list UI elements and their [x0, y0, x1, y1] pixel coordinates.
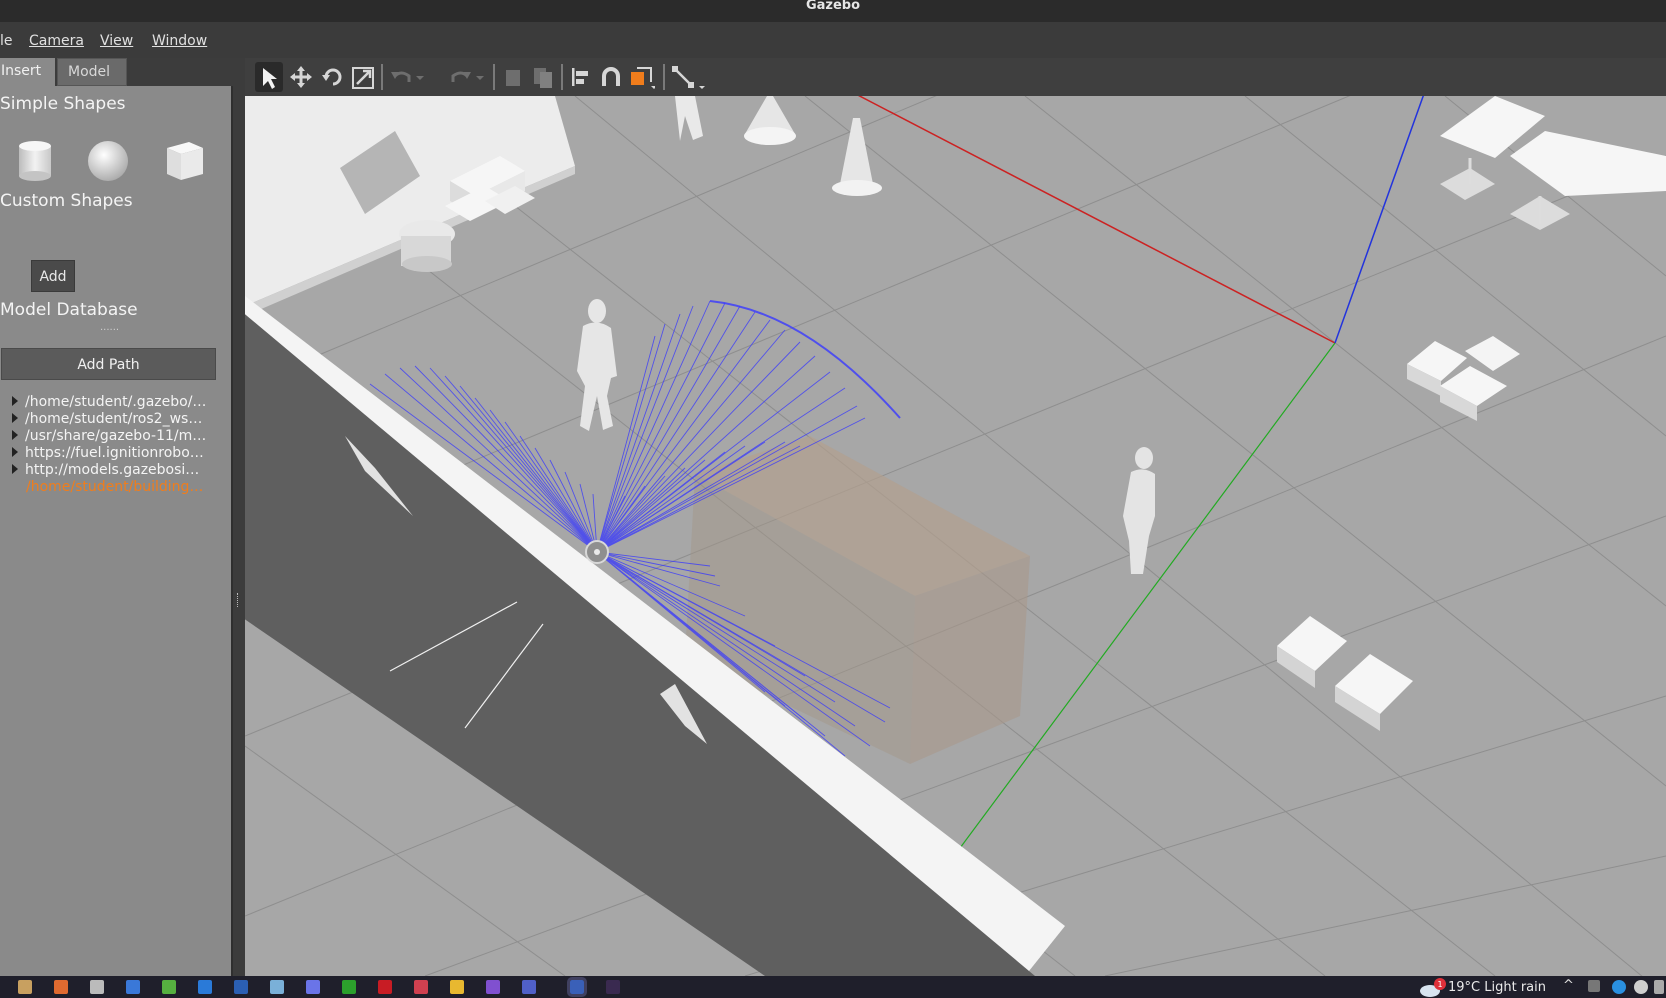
app-icon[interactable] — [18, 980, 32, 994]
panel-splitter[interactable]: ...... — [100, 322, 119, 333]
app-icon[interactable] — [162, 980, 176, 994]
translate-icon[interactable] — [287, 62, 315, 92]
tab-insert[interactable]: Insert — [0, 58, 55, 86]
undo-dropdown-icon[interactable] — [413, 62, 427, 92]
menu-bar: le Camera View Window — [0, 22, 1666, 58]
tray-icon[interactable] — [1654, 980, 1664, 994]
app-icon[interactable] — [606, 980, 620, 994]
toolbar — [245, 58, 1666, 96]
app-icon[interactable] — [126, 980, 140, 994]
toolbar-separator — [381, 64, 383, 90]
measure-icon[interactable] — [669, 62, 709, 92]
expand-triangle-icon[interactable] — [12, 413, 18, 423]
insert-panel: Simple Shapes Custom Shapes Add ...... M… — [0, 86, 233, 976]
panel-resize-grip[interactable] — [237, 593, 239, 607]
db-path-item[interactable]: /usr/share/gazebo-11/m… — [12, 428, 206, 444]
window-titlebar: Gazebo — [0, 0, 1666, 22]
select-icon[interactable] — [255, 62, 283, 92]
onedrive-icon[interactable] — [1612, 980, 1626, 994]
box-icon[interactable] — [163, 140, 205, 182]
app-icon[interactable] — [198, 980, 212, 994]
cylinder-icon[interactable] — [17, 140, 53, 182]
rotate-icon[interactable] — [319, 62, 347, 92]
toolbar-separator — [663, 64, 665, 90]
expand-triangle-icon[interactable] — [12, 447, 18, 457]
weather-text[interactable]: 19°C Light rain — [1448, 980, 1546, 995]
undo-icon[interactable] — [387, 62, 415, 92]
sphere-icon[interactable] — [87, 140, 129, 182]
left-panel: Insert Model Simple Shapes Custom Shapes… — [0, 58, 238, 976]
redo-icon[interactable] — [447, 62, 475, 92]
custom-shapes-title: Custom Shapes — [0, 191, 133, 211]
tray-icon[interactable] — [1588, 980, 1600, 992]
expand-triangle-icon[interactable] — [12, 464, 18, 474]
tray-icon[interactable] — [1634, 980, 1648, 994]
scene-viewport[interactable] — [245, 96, 1666, 976]
menu-view[interactable]: View — [100, 33, 133, 49]
db-path-item-active[interactable]: /home/student/building… — [26, 479, 203, 495]
view-angle-icon[interactable] — [627, 62, 655, 92]
word-icon[interactable] — [234, 980, 248, 994]
app-icon-active[interactable] — [567, 977, 587, 997]
db-path-item[interactable]: /home/student/.gazebo/… — [12, 394, 206, 410]
app-icon[interactable] — [270, 980, 284, 994]
db-path-item[interactable]: http://models.gazebosi… — [12, 462, 199, 478]
simple-shapes-title: Simple Shapes — [0, 94, 126, 114]
app-icon[interactable] — [378, 980, 392, 994]
teams-icon[interactable] — [522, 980, 536, 994]
align-icon[interactable] — [567, 62, 595, 92]
add-path-button[interactable]: Add Path — [1, 348, 216, 380]
tab-model[interactable]: Model — [57, 58, 127, 86]
toolbar-separator — [561, 64, 563, 90]
expand-triangle-icon[interactable] — [12, 396, 18, 406]
app-icon[interactable] — [486, 980, 500, 994]
db-path-item[interactable]: /home/student/ros2_ws… — [12, 411, 202, 427]
menu-window[interactable]: Window — [152, 33, 207, 49]
window-title: Gazebo — [805, 0, 861, 13]
menu-camera[interactable]: Camera — [29, 33, 84, 49]
app-icon[interactable] — [414, 980, 428, 994]
copy-icon[interactable] — [499, 62, 527, 92]
weather-badge-count: 1 — [1438, 980, 1443, 989]
toolbar-separator — [493, 64, 495, 90]
chevron-up-icon[interactable]: ^ — [1563, 978, 1574, 993]
redo-dropdown-icon[interactable] — [473, 62, 487, 92]
scale-icon[interactable] — [349, 62, 377, 92]
folder-icon[interactable] — [450, 980, 464, 994]
app-icon[interactable] — [54, 980, 68, 994]
menu-file[interactable]: le — [0, 33, 13, 49]
weather-cloud-icon[interactable]: 1 — [1418, 978, 1446, 998]
os-taskbar: 1 19°C Light rain ^ — [0, 976, 1666, 998]
db-path-item[interactable]: https://fuel.ignitionrobo… — [12, 445, 204, 461]
discord-icon[interactable] — [306, 980, 320, 994]
xbox-icon[interactable] — [342, 980, 356, 994]
snap-icon[interactable] — [597, 62, 625, 92]
app-icon[interactable] — [90, 980, 104, 994]
model-database-title: Model Database — [0, 300, 138, 320]
paste-icon[interactable] — [529, 62, 557, 92]
add-custom-shape-button[interactable]: Add — [31, 260, 75, 292]
expand-triangle-icon[interactable] — [12, 430, 18, 440]
